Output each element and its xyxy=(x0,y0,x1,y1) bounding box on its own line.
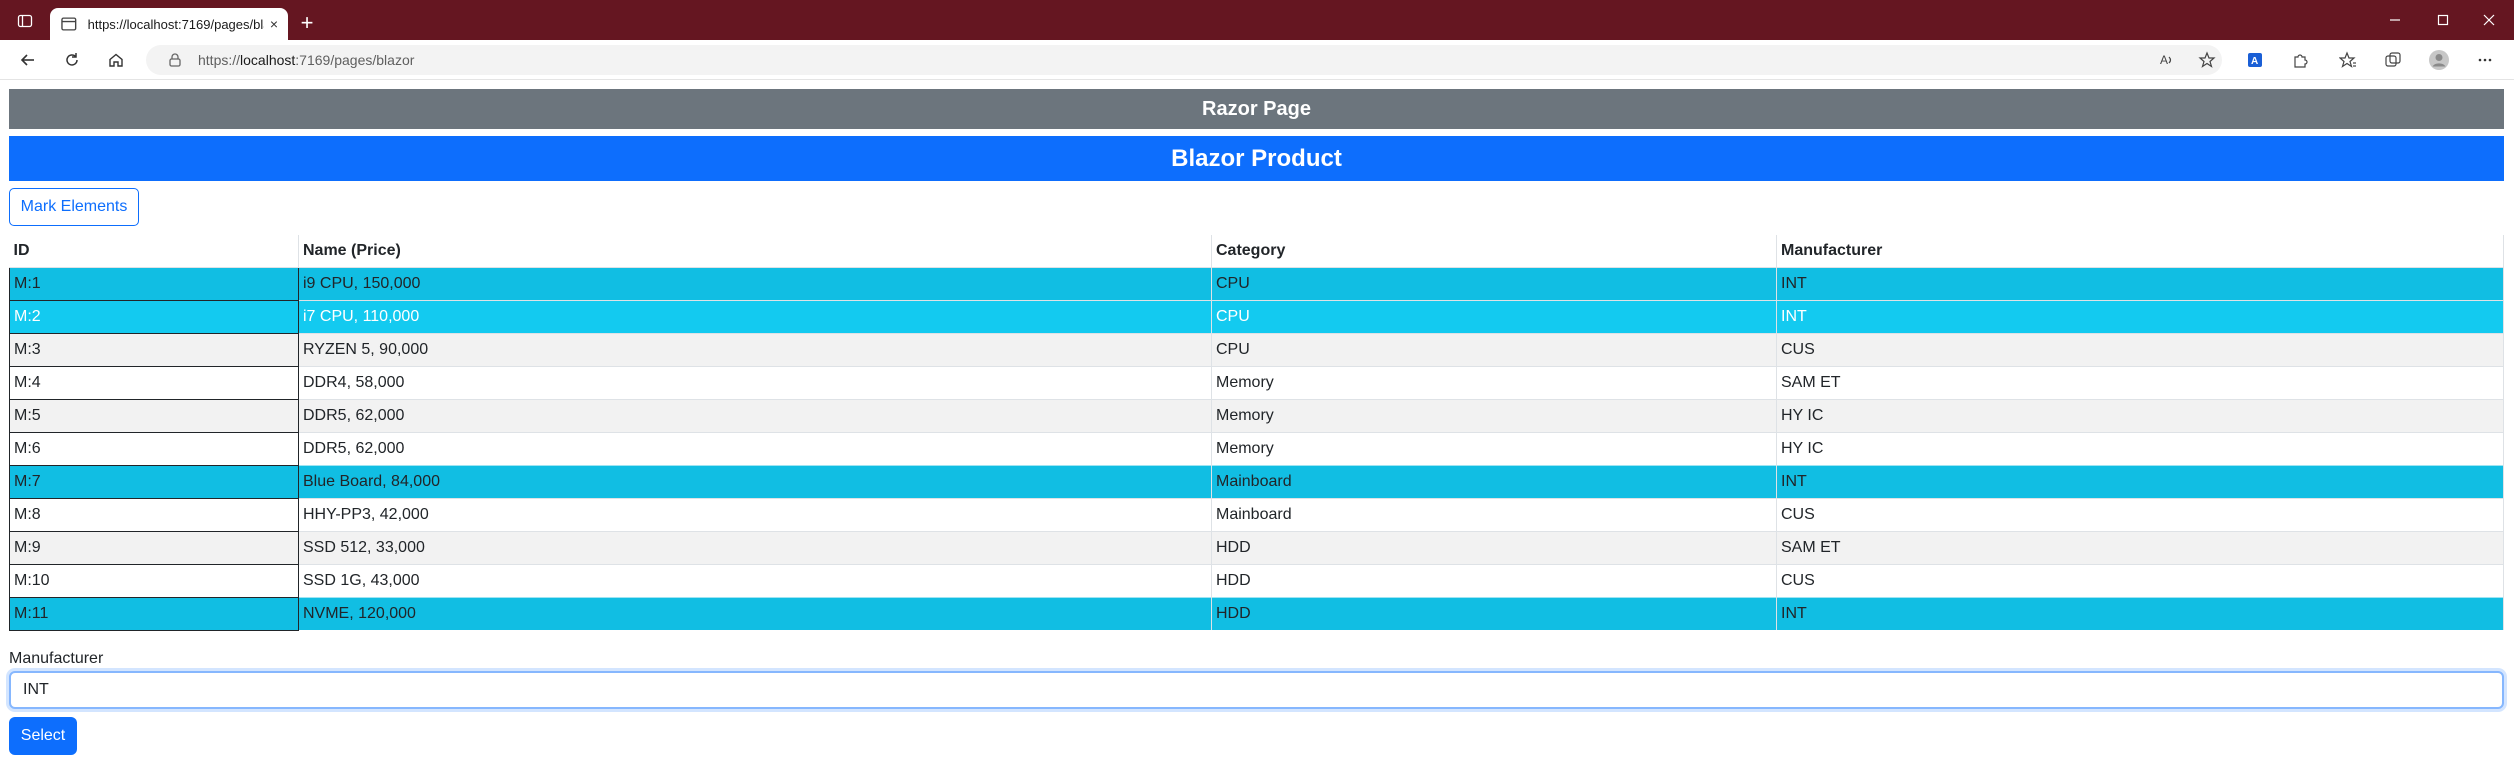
translate-extension-icon[interactable]: A xyxy=(2242,47,2268,73)
cell-category: Memory xyxy=(1211,431,1777,465)
tab-close-icon[interactable]: × xyxy=(270,16,278,32)
cell-category: CPU xyxy=(1211,332,1777,366)
cell-id: M:5 xyxy=(9,398,299,433)
cell-manufacturer: HY IC xyxy=(1776,398,2504,432)
cell-name: Blue Board, 84,000 xyxy=(298,464,1212,498)
tab-title: https://localhost:7169/pages/bla xyxy=(87,16,264,32)
cell-name: SSD 512, 33,000 xyxy=(298,530,1212,564)
table-row: M:11 NVME, 120,000 HDD INT xyxy=(9,596,2504,631)
table-row: M:6 DDR5, 62,000 Memory HY IC xyxy=(9,431,2504,466)
cell-id: M:10 xyxy=(9,563,299,598)
cell-id: M:9 xyxy=(9,530,299,565)
cell-manufacturer: CUS xyxy=(1776,332,2504,366)
favorites-icon[interactable] xyxy=(2335,47,2361,73)
column-header-id: ID xyxy=(9,235,299,268)
table-row: M:2 i7 CPU, 110,000 CPU INT xyxy=(9,299,2504,334)
read-aloud-icon[interactable]: A xyxy=(2154,47,2180,73)
column-header-name: Name (Price) xyxy=(298,235,1212,268)
cell-category: HDD xyxy=(1211,530,1777,564)
page-content: Razor Page Blazor Product Mark Elements … xyxy=(0,81,2514,765)
refresh-icon[interactable] xyxy=(59,47,85,73)
cell-manufacturer: INT xyxy=(1776,464,2504,498)
cell-manufacturer: CUS xyxy=(1776,563,2504,597)
select-button[interactable]: Select xyxy=(9,717,77,755)
table-row: M:4 DDR4, 58,000 Memory SAM ET xyxy=(9,365,2504,400)
close-window-icon[interactable] xyxy=(2466,0,2512,40)
cell-category: CPU xyxy=(1211,266,1777,300)
cell-category: Memory xyxy=(1211,365,1777,399)
cell-name: DDR5, 62,000 xyxy=(298,431,1212,465)
cell-name: HHY-PP3, 42,000 xyxy=(298,497,1212,531)
razor-page-header: Razor Page xyxy=(9,89,2504,129)
browser-titlebar: https://localhost:7169/pages/bla × + xyxy=(0,0,2514,40)
cell-id: M:2 xyxy=(9,299,299,334)
cell-name: SSD 1G, 43,000 xyxy=(298,563,1212,597)
table-row: M:1 i9 CPU, 150,000 CPU INT xyxy=(9,266,2504,301)
browser-tab-active[interactable]: https://localhost:7169/pages/bla × xyxy=(50,8,288,40)
cell-category: Mainboard xyxy=(1211,497,1777,531)
more-menu-icon[interactable] xyxy=(2472,47,2498,73)
cell-category: HDD xyxy=(1211,596,1777,630)
browser-toolbar: https://localhost:7169/pages/blazor A A xyxy=(0,40,2514,80)
cell-id: M:1 xyxy=(9,266,299,301)
cell-manufacturer: CUS xyxy=(1776,497,2504,531)
cell-id: M:11 xyxy=(9,596,299,631)
mark-elements-button[interactable]: Mark Elements xyxy=(9,188,139,226)
table-row: M:8 HHY-PP3, 42,000 Mainboard CUS xyxy=(9,497,2504,532)
blazor-product-header: Blazor Product xyxy=(9,136,2504,181)
cell-name: DDR5, 62,000 xyxy=(298,398,1212,432)
cell-manufacturer: SAM ET xyxy=(1776,530,2504,564)
table-row: M:10 SSD 1G, 43,000 HDD CUS xyxy=(9,563,2504,598)
svg-text:A: A xyxy=(2251,56,2258,67)
cell-name: NVME, 120,000 xyxy=(298,596,1212,630)
cell-name: i9 CPU, 150,000 xyxy=(298,266,1212,300)
cell-category: HDD xyxy=(1211,563,1777,597)
table-row: M:3 RYZEN 5, 90,000 CPU CUS xyxy=(9,332,2504,367)
maximize-icon[interactable] xyxy=(2420,0,2466,40)
column-header-manufacturer: Manufacturer xyxy=(1776,235,2504,268)
collections-icon[interactable] xyxy=(2380,47,2406,73)
cell-id: M:6 xyxy=(9,431,299,466)
cell-manufacturer: INT xyxy=(1776,299,2504,333)
cell-category: CPU xyxy=(1211,299,1777,333)
add-favorite-icon[interactable] xyxy=(2194,47,2220,73)
extensions-icon[interactable] xyxy=(2287,47,2313,73)
cell-id: M:7 xyxy=(9,464,299,499)
table-row: M:9 SSD 512, 33,000 HDD SAM ET xyxy=(9,530,2504,565)
lock-icon[interactable] xyxy=(166,51,184,69)
new-tab-icon[interactable]: + xyxy=(294,10,320,36)
column-header-category: Category xyxy=(1211,235,1777,268)
cell-manufacturer: SAM ET xyxy=(1776,365,2504,399)
cell-category: Mainboard xyxy=(1211,464,1777,498)
table-header-row: ID Name (Price) Category Manufacturer xyxy=(9,235,2504,268)
address-bar[interactable]: https://localhost:7169/pages/blazor xyxy=(146,45,2222,75)
cell-category: Memory xyxy=(1211,398,1777,432)
table-row: M:7 Blue Board, 84,000 Mainboard INT xyxy=(9,464,2504,499)
product-table: ID Name (Price) Category Manufacturer M:… xyxy=(9,235,2504,631)
cell-name: DDR4, 58,000 xyxy=(298,365,1212,399)
back-icon[interactable] xyxy=(15,47,41,73)
cell-manufacturer: INT xyxy=(1776,596,2504,630)
minimize-icon[interactable] xyxy=(2372,0,2418,40)
manufacturer-label: Manufacturer xyxy=(9,650,104,667)
cell-name: i7 CPU, 110,000 xyxy=(298,299,1212,333)
cell-manufacturer: HY IC xyxy=(1776,431,2504,465)
cell-id: M:4 xyxy=(9,365,299,400)
cell-manufacturer: INT xyxy=(1776,266,2504,300)
url-text[interactable]: https://localhost:7169/pages/blazor xyxy=(198,52,414,68)
cell-name: RYZEN 5, 90,000 xyxy=(298,332,1212,366)
home-icon[interactable] xyxy=(103,47,129,73)
profile-avatar-icon[interactable] xyxy=(2426,47,2452,73)
table-row: M:5 DDR5, 62,000 Memory HY IC xyxy=(9,398,2504,433)
svg-text:A: A xyxy=(2160,53,2168,67)
cell-id: M:3 xyxy=(9,332,299,367)
product-table-body: M:1 i9 CPU, 150,000 CPU INT M:2 i7 CPU, 110,0… xyxy=(9,266,2504,631)
manufacturer-input[interactable] xyxy=(9,671,2504,709)
tab-actions-icon[interactable] xyxy=(12,8,38,34)
cell-id: M:8 xyxy=(9,497,299,532)
page-favicon-icon xyxy=(61,17,77,31)
